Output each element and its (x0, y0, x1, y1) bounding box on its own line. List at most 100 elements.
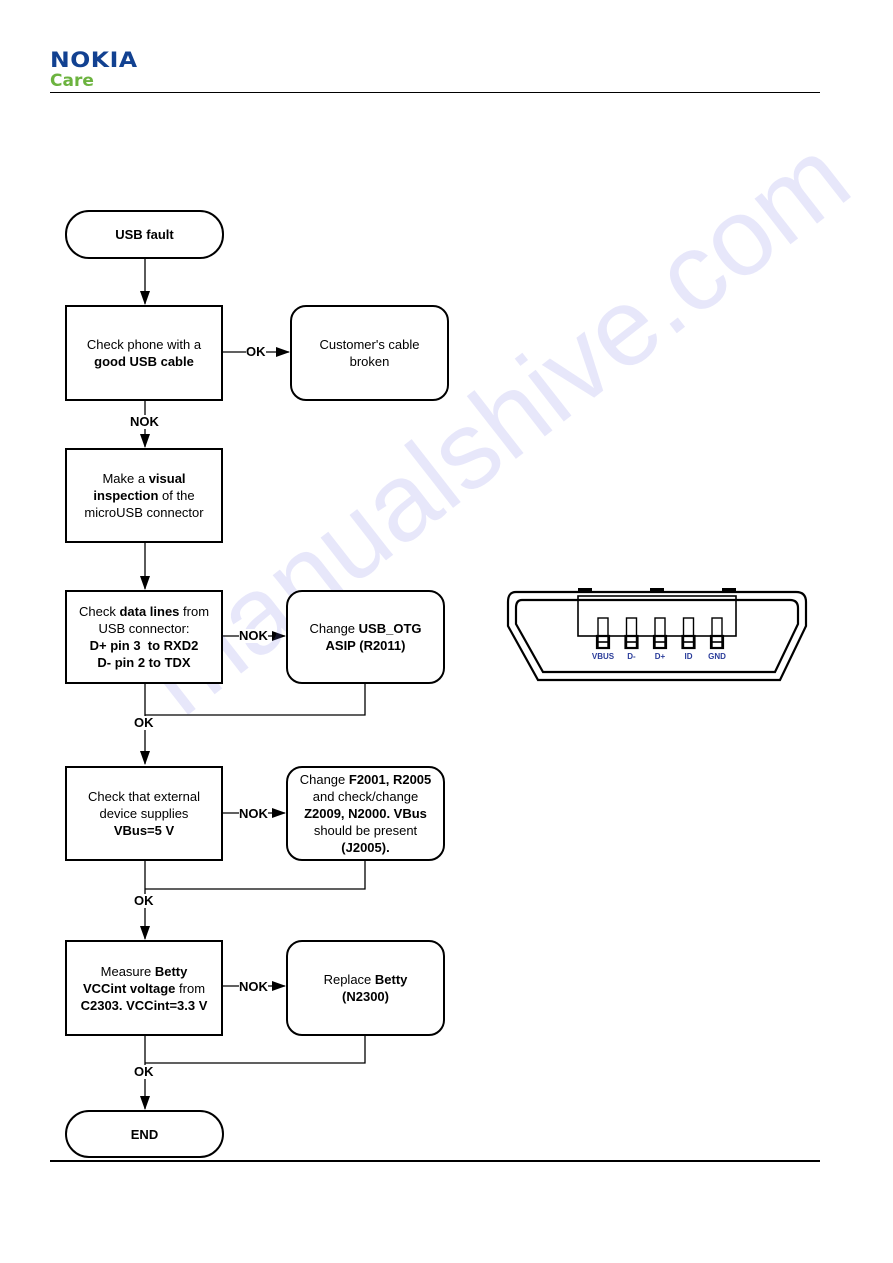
branch-label-step-3: NOK (239, 628, 268, 643)
box-text-line: D+ pin 3 to RXD2 (90, 637, 199, 654)
connector-pin-label: D- (627, 652, 636, 661)
box-text: END (130, 1126, 159, 1142)
box-text-line: Change F2001, R2005 (300, 771, 432, 788)
box-text-line: Change USB_OTG (310, 620, 422, 637)
box-text-line: VBus=5 V (114, 822, 174, 839)
box-text: USB_OTG (358, 621, 422, 636)
box-text: inspection (93, 488, 159, 503)
box-text: Z2009, N2000. VBus (304, 806, 427, 821)
box-text: visual (148, 471, 186, 486)
continue-label-step-3: OK (134, 715, 154, 730)
line-step3-rejoin (145, 683, 366, 716)
box-text-line: good USB cable (94, 353, 194, 370)
box-text: Betty (374, 972, 408, 987)
box-text: F2001, R2005 (348, 772, 432, 787)
box-text: USB fault (115, 227, 174, 242)
connector-pin-label: GND (708, 652, 726, 661)
connector-tab (722, 588, 736, 593)
box-text: microUSB connector (84, 505, 204, 520)
box-text-line: Make a visual (102, 470, 185, 487)
box-text-line: END (131, 1126, 158, 1143)
box-text: Change (299, 772, 349, 787)
box-text-line: USB fault (115, 226, 174, 243)
box-text: VCCint voltage (82, 980, 176, 996)
check-box-step-4: Check that external device supplies VBus=5… (65, 766, 223, 861)
box-text: C2303. VCCint=3.3 V (80, 997, 208, 1013)
box-text: Change (309, 621, 359, 636)
box-text-line: (N2300) (342, 988, 389, 1005)
box-text-line: Z2009, N2000. VBus (304, 805, 427, 822)
box-text: Make a (102, 471, 149, 486)
connector-pin-label: ID (685, 652, 693, 661)
box-text: from (175, 980, 206, 996)
continue-label-step-4: OK (134, 893, 154, 908)
check-box-step-3: Check data lines from USB connector: D+ pi… (65, 590, 223, 684)
box-text-line: and check/change (313, 788, 419, 805)
branch-label-step-5: NOK (239, 979, 268, 994)
box-text-line: Check phone with a (87, 336, 201, 353)
action-box-step-4: Change F2001, R2005 and check/change Z2009… (286, 766, 445, 861)
box-text: good USB cable (94, 354, 194, 369)
connector-pin: D+ (652, 617, 668, 661)
check-box-step-5: Measure Betty VCCint voltage from C2303. V… (65, 940, 223, 1036)
branch-label-step-1: OK (246, 344, 266, 359)
box-text-line: Check that external (88, 788, 200, 805)
box-text: broken (349, 354, 390, 369)
box-text-line: Customer's cable (319, 336, 419, 353)
connector-pin: VBUS (592, 617, 615, 661)
box-text-line: Replace Betty (324, 971, 408, 988)
box-text-line: Check data lines from (79, 603, 209, 620)
end-terminator: END (65, 1110, 224, 1158)
action-box-step-1: Customer's cable broken (290, 305, 449, 401)
box-text: and check/change (312, 789, 419, 804)
connector-pin-label: VBUS (592, 652, 615, 661)
line-step4-rejoin (145, 860, 366, 890)
box-text-line: should be present (314, 822, 417, 839)
box-text-line: microUSB connector (84, 504, 203, 521)
continue-label-step-1: NOK (130, 414, 159, 429)
box-text: Replace (323, 972, 375, 987)
continue-label-step-5: OK (134, 1064, 154, 1079)
check-box-step-2: Make a visual inspection of the microUSB c… (65, 448, 223, 543)
line-step5-rejoin (145, 1034, 366, 1064)
box-text: ASIP (R2011) (325, 638, 406, 653)
box-text: D- pin 2 to TDX (97, 655, 191, 670)
box-text: data lines (119, 604, 180, 619)
box-text: should be present (313, 823, 418, 838)
box-text: Check (78, 604, 120, 619)
check-box-step-1: Check phone with a good USB cable (65, 305, 223, 401)
box-text: Betty (154, 963, 188, 979)
action-box-step-5: Replace Betty (N2300) (286, 940, 445, 1036)
box-text: Customer's cable (319, 337, 420, 352)
box-text-line: USB connector: (98, 620, 189, 637)
connector-tab (578, 588, 592, 593)
box-text: Measure (100, 963, 155, 979)
microusb-connector-diagram: VBUS D- D+ ID GND (506, 588, 808, 682)
connector-pin-label: D+ (655, 652, 666, 661)
box-text: Check phone with a (86, 337, 202, 352)
connector-pin: GND (708, 617, 726, 661)
box-text: from (179, 604, 210, 619)
connector-pin: D- (624, 617, 639, 661)
box-text: (J2005). (341, 840, 390, 855)
action-box-step-3: Change USB_OTG ASIP (R2011) (286, 590, 445, 684)
box-text-line: (J2005). (341, 839, 389, 856)
branch-label-step-4: NOK (239, 806, 268, 821)
box-text: (N2300) (342, 989, 389, 1004)
box-text-line: C2303. VCCint=3.3 V (81, 997, 208, 1014)
box-text: D+ pin 3 to RXD2 (89, 638, 199, 653)
connector-tab (650, 588, 664, 593)
connector-pin: ID (681, 617, 696, 661)
box-text: USB connector: (98, 621, 190, 636)
box-text: of the (158, 488, 195, 503)
box-text-line: ASIP (R2011) (326, 637, 406, 654)
start-terminator: USB fault (65, 210, 224, 259)
box-text: Check that external (87, 789, 200, 804)
box-text-line: device supplies (100, 805, 189, 822)
box-text: VBus=5 V (113, 823, 175, 838)
box-text: device supplies (99, 806, 189, 821)
box-text-line: D- pin 2 to TDX (97, 654, 190, 671)
box-text-line: VCCint voltage from (83, 980, 205, 997)
box-text-line: broken (350, 353, 390, 370)
box-text-line: inspection of the (93, 487, 194, 504)
